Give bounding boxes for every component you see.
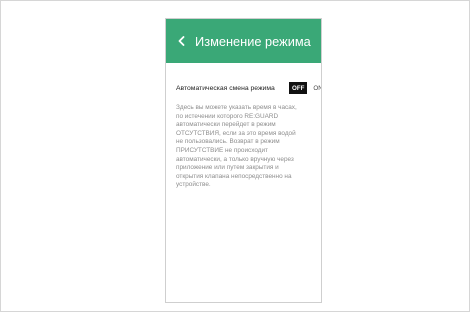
setting-description: Здесь вы можете указать время в часах, п… [176,104,297,189]
app-bar: Изменение режима [166,19,321,63]
auto-mode-label: Автоматическая смена режима [176,84,275,92]
screen-frame: Изменение режима Автоматическая смена ре… [0,0,470,312]
phone-screen: Изменение режима Автоматическая смена ре… [165,18,322,303]
auto-mode-toggle[interactable]: OFF ON [289,82,321,94]
toggle-off-option[interactable]: OFF [289,82,308,94]
back-button[interactable] [169,19,193,63]
page-title: Изменение режима [195,33,311,49]
toggle-on-option[interactable]: ON [313,85,321,92]
auto-mode-setting-row: Автоматическая смена режима OFF ON [176,82,321,94]
chevron-left-icon [178,36,184,46]
